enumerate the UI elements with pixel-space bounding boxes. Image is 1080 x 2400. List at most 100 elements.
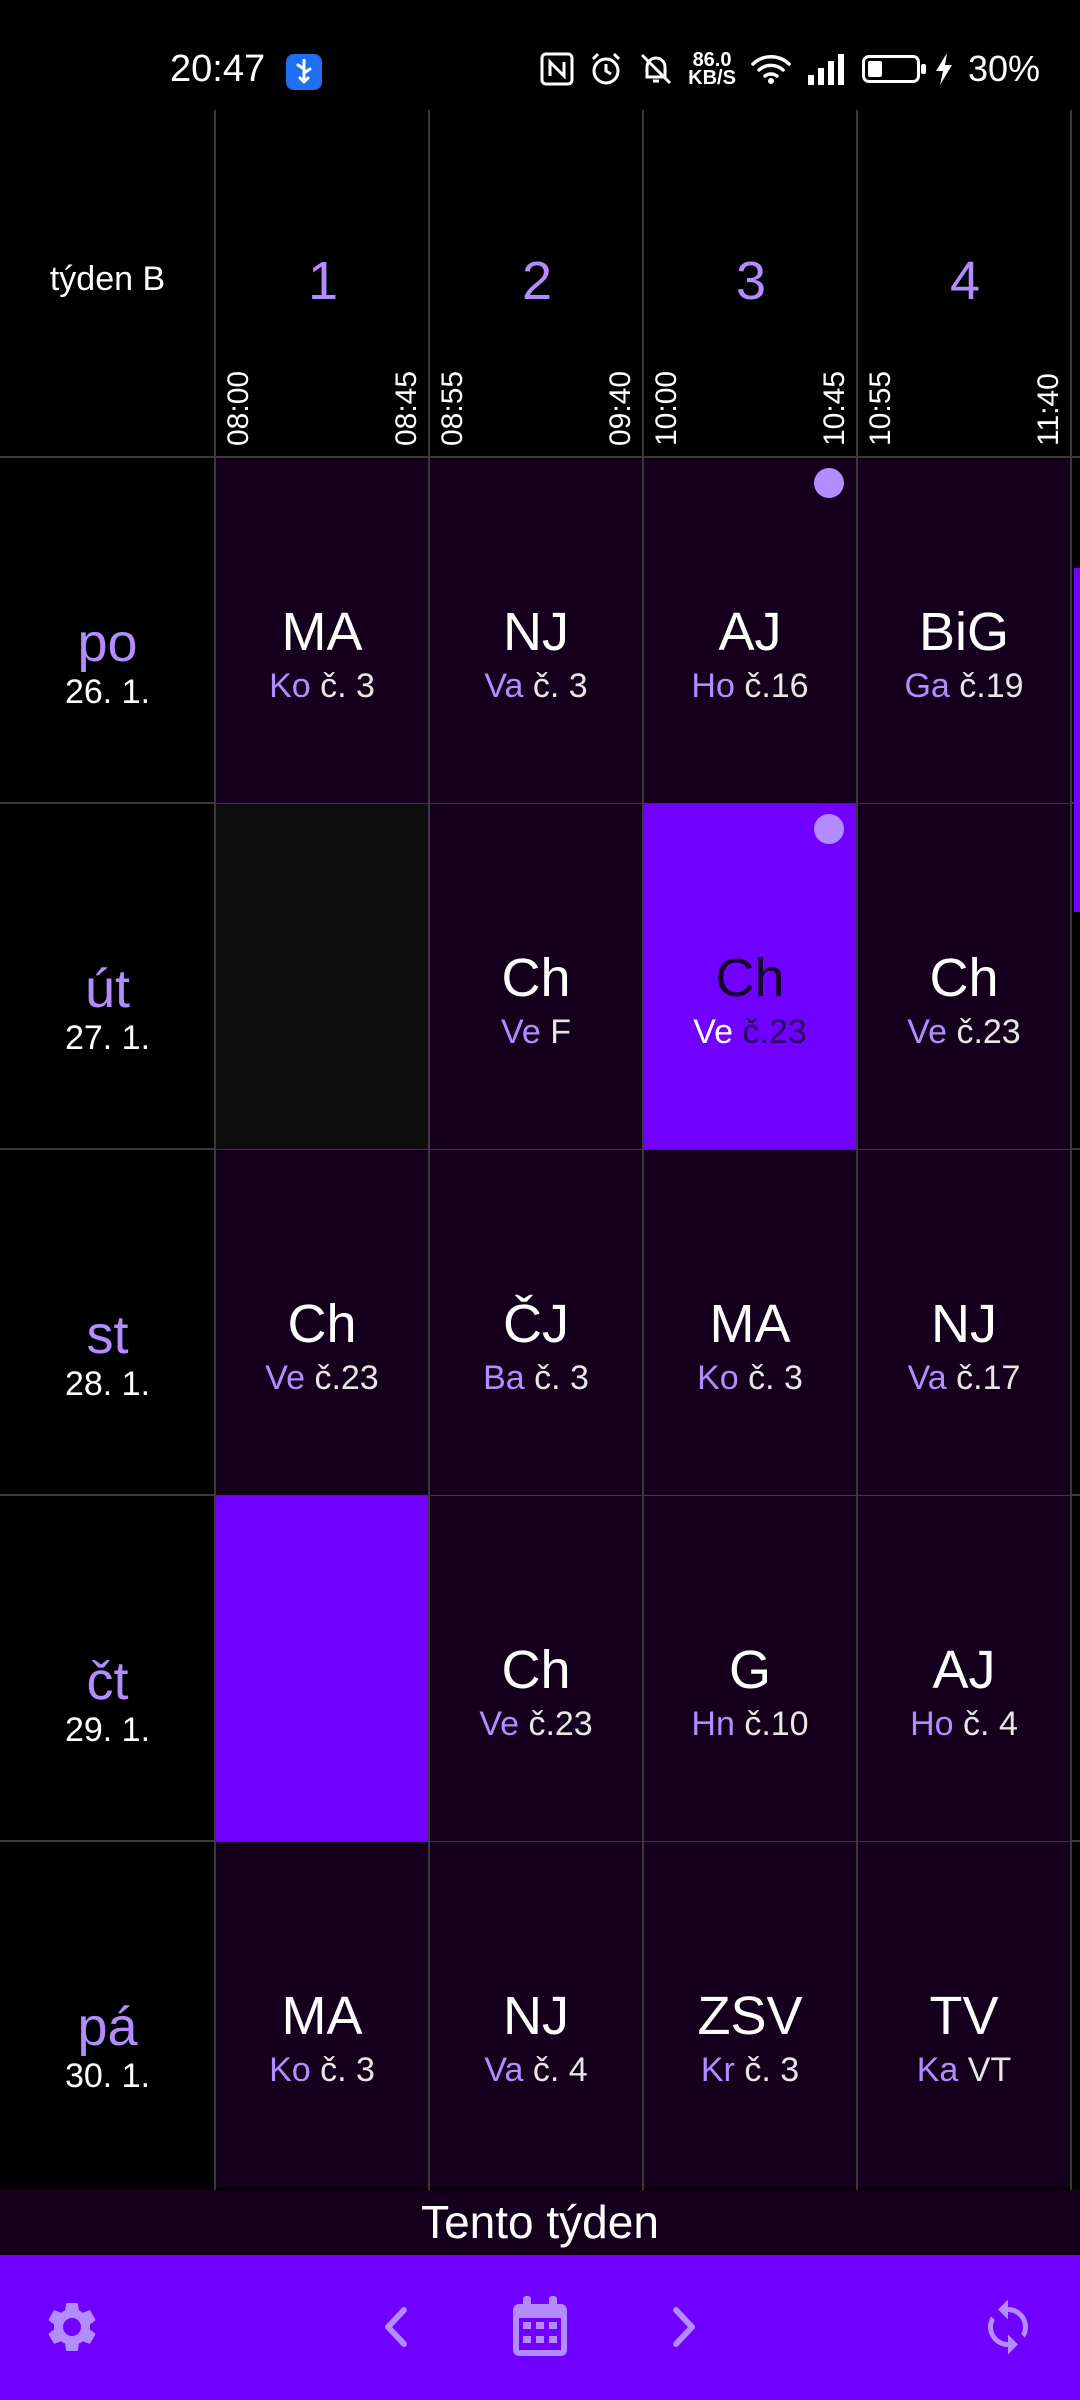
week-label[interactable]: týden B xyxy=(0,260,215,299)
calendar-button[interactable] xyxy=(502,2289,578,2365)
wifi-icon xyxy=(751,55,791,84)
lesson-cell-highlighted-empty[interactable] xyxy=(216,1496,428,1841)
refresh-icon xyxy=(988,2299,1028,2355)
lesson-cell[interactable]: NJ Va č. 3 xyxy=(430,458,642,803)
chevron-left-icon xyxy=(385,2307,407,2347)
day-label-ut: út 27. 1. xyxy=(0,960,215,1058)
lesson-subject: MA xyxy=(709,1294,791,1354)
calendar-icon xyxy=(513,2296,567,2356)
net-speed-unit: KB/S xyxy=(688,67,736,89)
period-end-time: 09:40 xyxy=(604,370,637,446)
lesson-cell-empty[interactable] xyxy=(216,804,428,1149)
period-end-time: 10:45 xyxy=(818,370,851,446)
lesson-teacher: Ve xyxy=(265,1359,305,1397)
divider xyxy=(1070,110,1072,2190)
lesson-cell[interactable]: G Hn č.10 xyxy=(644,1496,856,1841)
lesson-teacher: Ve xyxy=(693,1013,733,1051)
week-title: Tento týden xyxy=(0,2190,1080,2255)
settings-button[interactable] xyxy=(34,2289,110,2365)
signal-icon xyxy=(807,54,844,85)
battery-percent: 30% xyxy=(967,48,1040,89)
lesson-teacher: Ko xyxy=(269,667,311,705)
next-week-button[interactable] xyxy=(646,2289,722,2365)
lesson-cell[interactable]: ČJ Ba č. 3 xyxy=(430,1150,642,1495)
period-number: 4 xyxy=(949,251,981,311)
lesson-room: č. 3 xyxy=(320,2051,375,2089)
lesson-subject: TV xyxy=(929,1986,999,2046)
day-name: pá xyxy=(77,1997,138,2057)
lesson-subject: Ch xyxy=(287,1294,357,1354)
lesson-room: č.23 xyxy=(742,1013,807,1051)
period-start-time: 10:00 xyxy=(650,370,683,446)
lesson-subject: NJ xyxy=(931,1294,997,1354)
lesson-cell[interactable]: TV Ka VT xyxy=(858,1842,1070,2187)
lesson-teacher: Kr xyxy=(700,2051,735,2089)
lesson-room: č. 3 xyxy=(744,2051,800,2089)
lesson-cell[interactable]: Ch Ve č.23 xyxy=(216,1150,428,1495)
refresh-button[interactable] xyxy=(970,2289,1046,2365)
lesson-subject: NJ xyxy=(503,1986,569,2046)
period-end-time: 11:40 xyxy=(1032,373,1065,446)
lesson-room: F xyxy=(550,1013,571,1051)
lesson-cell[interactable]: Ch Ve F xyxy=(430,804,642,1149)
lesson-subject: NJ xyxy=(503,602,569,662)
day-name: út xyxy=(84,959,131,1019)
gear-icon xyxy=(48,2303,96,2351)
previous-week-button[interactable] xyxy=(358,2289,434,2365)
lesson-room: č.16 xyxy=(744,667,809,705)
change-indicator-dot xyxy=(814,468,844,498)
lesson-subject: Ch xyxy=(501,1640,571,1700)
lesson-subject: ČJ xyxy=(503,1294,569,1354)
lesson-cell[interactable]: NJ Va č.17 xyxy=(858,1150,1070,1495)
lesson-subject: MA xyxy=(281,602,363,662)
lesson-cell[interactable]: NJ Va č. 4 xyxy=(430,1842,642,2187)
lesson-subject: ZSV xyxy=(697,1986,803,2046)
day-name: čt xyxy=(86,1651,129,1711)
lesson-teacher: Ho xyxy=(910,1705,954,1743)
lesson-room: č.19 xyxy=(959,667,1024,705)
period-number: 1 xyxy=(307,251,339,311)
lesson-cell[interactable]: Ch Ve č.23 xyxy=(430,1496,642,1841)
day-date: 26. 1. xyxy=(64,673,151,711)
charging-icon xyxy=(935,53,952,85)
lesson-cell[interactable]: MA Ko č. 3 xyxy=(644,1150,856,1495)
lesson-teacher: Va xyxy=(484,2051,524,2089)
lesson-teacher: Ka xyxy=(916,2051,959,2089)
lesson-teacher: Ko xyxy=(269,2051,311,2089)
period-end-time: 08:45 xyxy=(390,370,423,446)
lesson-cell[interactable]: ZSV Kr č. 3 xyxy=(644,1842,856,2187)
day-date: 28. 1. xyxy=(64,1365,151,1403)
lesson-subject: Ch xyxy=(715,948,785,1008)
change-indicator-dot xyxy=(814,814,844,844)
period-start-time: 08:00 xyxy=(222,370,255,446)
day-date: 30. 1. xyxy=(64,2057,151,2095)
period-number: 3 xyxy=(735,251,767,311)
lesson-room: č.17 xyxy=(956,1359,1021,1397)
period-start-time: 10:55 xyxy=(864,370,897,446)
status-time: 20:47 xyxy=(170,48,266,90)
chevron-right-icon xyxy=(673,2307,695,2347)
timetable-grid: týden B 1 2 3 4 08:00 08:45 08:55 09:40 … xyxy=(0,110,1080,2190)
net-speed: 86.0 KB/S xyxy=(688,50,736,89)
lesson-room: VT xyxy=(967,2051,1012,2089)
lesson-cell[interactable]: Ch Ve č.23 xyxy=(858,804,1070,1149)
lesson-teacher: Hn xyxy=(691,1705,735,1743)
lesson-cell[interactable]: MA Ko č. 3 xyxy=(216,1842,428,2187)
lesson-subject: Ch xyxy=(501,948,571,1008)
lesson-room: č.10 xyxy=(744,1705,809,1743)
bottom-toolbar xyxy=(0,2255,1080,2400)
lesson-cell-current[interactable]: Ch Ve č.23 xyxy=(644,804,856,1149)
day-date: 27. 1. xyxy=(64,1019,151,1057)
lesson-cell[interactable]: BiG Ga č.19 xyxy=(858,458,1070,803)
lesson-room: č. 3 xyxy=(320,667,375,705)
lesson-room: č. 3 xyxy=(534,1359,589,1397)
battery-icon xyxy=(861,55,926,83)
lesson-cell[interactable]: AJ Ho č. 4 xyxy=(858,1496,1070,1841)
lesson-cell[interactable]: MA Ko č. 3 xyxy=(216,458,428,803)
lesson-subject: AJ xyxy=(718,602,782,662)
lesson-subject: AJ xyxy=(932,1640,996,1700)
status-bar: 20:47 86.0 KB/S 30% xyxy=(0,0,1080,110)
period-number: 2 xyxy=(521,251,553,311)
lesson-cell[interactable]: AJ Ho č.16 xyxy=(644,458,856,803)
usb-debug-icon xyxy=(286,54,322,90)
